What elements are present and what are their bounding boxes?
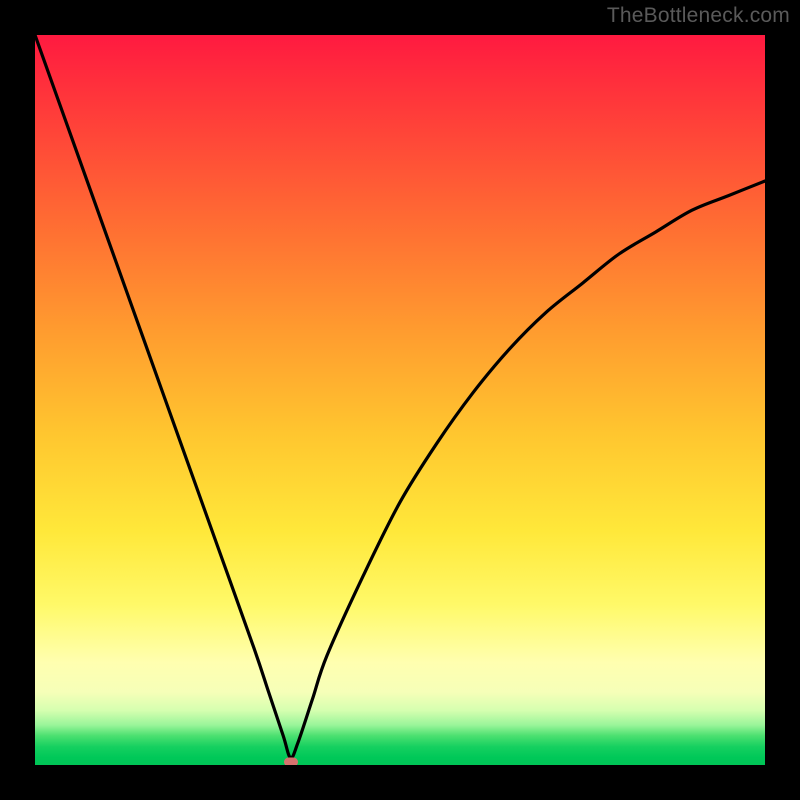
optimum-marker <box>284 758 298 766</box>
chart-frame: TheBottleneck.com <box>0 0 800 800</box>
plot-area <box>35 35 765 765</box>
watermark-text: TheBottleneck.com <box>607 4 790 28</box>
bottleneck-curve <box>35 35 765 765</box>
